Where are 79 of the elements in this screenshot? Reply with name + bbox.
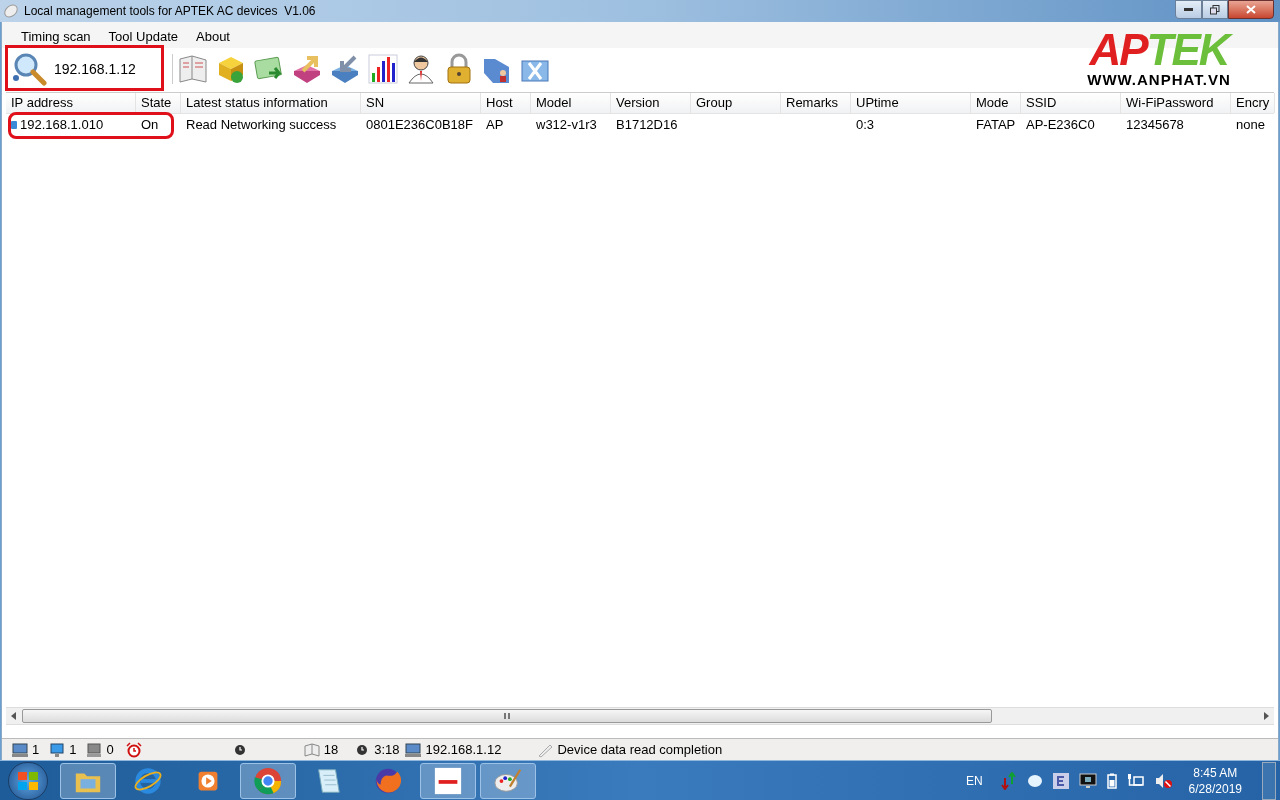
status-text: 0 [106, 740, 114, 759]
search-icon[interactable] [12, 52, 48, 86]
scrollbar-thumb[interactable] [22, 709, 992, 723]
windows-logo-icon [17, 770, 39, 791]
alarm-clock-icon [125, 741, 142, 758]
user-icon[interactable] [405, 53, 437, 85]
minimize-button[interactable] [1175, 0, 1202, 19]
column-header[interactable]: SSID [1021, 93, 1121, 113]
table-cell-text: 0:3 [856, 115, 875, 134]
table-cell-text: 0801E236C0B18F [366, 115, 473, 134]
bar-chart-icon[interactable] [367, 53, 399, 85]
column-header[interactable]: State [136, 93, 181, 113]
column-header[interactable]: Encry [1231, 93, 1275, 113]
column-header[interactable]: Model [531, 93, 611, 113]
book-icon[interactable] [177, 53, 209, 85]
column-header[interactable]: UPtime [851, 93, 971, 113]
column-header[interactable]: Version [611, 93, 691, 113]
monitor-icon [49, 741, 66, 758]
computer-icon [12, 741, 28, 758]
taskbar-button[interactable] [60, 762, 116, 799]
column-header[interactable]: Remarks [781, 93, 851, 113]
table-cell-text: 192.168.1.010 [20, 115, 104, 134]
status-text: 1 [32, 740, 40, 759]
app-logo-icon [433, 765, 463, 796]
ip-address-text: 192.168.1.12 [54, 59, 137, 79]
network-icon[interactable] [1126, 772, 1145, 789]
window-title: Local management tools for APTEK AC devices V1.06 [24, 3, 316, 20]
column-header[interactable]: Group [691, 93, 781, 113]
monitor-icon[interactable] [1078, 772, 1097, 789]
column-header[interactable]: IP address [6, 93, 136, 113]
table-cell-text: B1712D16 [616, 115, 678, 134]
clock-date[interactable]: 6/28/2019 [1188, 780, 1242, 797]
battery-icon[interactable] [1106, 772, 1117, 789]
taskbar-button[interactable] [480, 762, 536, 799]
logo: APTEK WWW.ANPHAT.VN [1054, 28, 1264, 86]
table-cell-text: AP-E236C0 [1026, 115, 1095, 134]
table-cell-text: AP [486, 115, 504, 134]
column-header[interactable]: Latest status information [181, 93, 361, 113]
column-header[interactable]: Mode [971, 93, 1021, 113]
column-header[interactable]: Host [481, 93, 531, 113]
start-button[interactable] [8, 761, 48, 800]
close-icon [1246, 5, 1256, 14]
column-header[interactable]: SN [361, 93, 481, 113]
table-cell-text: none [1236, 115, 1265, 134]
show-desktop-button[interactable] [1262, 761, 1276, 800]
table-cell-text: w312-v1r3 [536, 115, 597, 134]
tray-arrow-icon[interactable] [329, 53, 361, 85]
language-indicator[interactable]: EN [965, 771, 983, 790]
restore-button[interactable] [1202, 0, 1228, 19]
clock-time[interactable]: 8:45 AM [1193, 764, 1238, 781]
chat-bubble-icon[interactable] [1026, 772, 1043, 789]
device-icon [11, 120, 17, 129]
close-button[interactable] [1228, 0, 1274, 19]
column-header[interactable]: Wi-FiPassword [1121, 93, 1231, 113]
e-logo-icon [133, 765, 163, 796]
menu-item[interactable]: About [187, 26, 239, 46]
table-cell-text: Read Networking success [186, 115, 337, 134]
taskbar-button[interactable] [240, 762, 296, 799]
status-text: 18 [323, 740, 339, 759]
menu-item[interactable]: Tool Update [99, 26, 187, 46]
e-letter-icon[interactable] [1052, 772, 1069, 789]
browser-ball-icon [253, 765, 283, 796]
status-text: 1 [69, 740, 77, 759]
horizontal-scrollbar[interactable] [6, 707, 1274, 725]
table-cell-text: On [141, 115, 159, 134]
taskbar-button[interactable] [420, 762, 476, 799]
muted-speaker-icon[interactable] [1154, 772, 1173, 789]
status-text: 3:18 [374, 740, 400, 759]
minimize-icon [1184, 8, 1193, 11]
table-cell-text: FATAP [976, 115, 1016, 134]
computer-icon [405, 741, 422, 758]
disc-icon [3, 3, 19, 19]
table-cell-text: 12345678 [1126, 115, 1184, 134]
tray-arrow-icon[interactable] [291, 53, 323, 85]
menu-item[interactable]: Timing scan [12, 26, 100, 46]
computer-icon [86, 741, 103, 758]
restore-icon [1210, 4, 1220, 15]
status-text: 192.168.1.12 [425, 740, 502, 759]
status-text: Device data read completion [557, 740, 723, 759]
